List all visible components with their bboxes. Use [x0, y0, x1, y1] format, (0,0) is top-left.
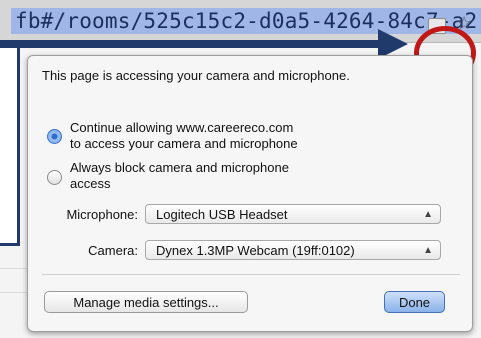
option-block-line1: Always block camera and microphone	[70, 160, 289, 175]
option-allow-line2: to access your camera and microphone	[70, 136, 298, 151]
stepper-arrows-icon: ▲	[423, 245, 433, 256]
annotation-arrow	[0, 40, 390, 48]
option-allow-label[interactable]: Continue allowing www.careereco.com to a…	[70, 120, 298, 152]
url-text[interactable]: fb#/rooms/525c15c2-d0a5-4264-84c7-a2	[11, 8, 481, 34]
stepper-arrows-icon: ▲	[423, 209, 433, 220]
microphone-select[interactable]: Logitech USB Headset ▲	[145, 204, 441, 224]
media-permission-popup: This page is accessing your camera and m…	[27, 55, 473, 332]
microphone-select-value: Logitech USB Headset	[156, 207, 288, 222]
page-left-panel	[0, 40, 20, 246]
popup-message: This page is accessing your camera and m…	[42, 68, 350, 83]
radio-always-block[interactable]	[47, 170, 62, 185]
manage-media-settings-button[interactable]: Manage media settings...	[44, 291, 248, 313]
microphone-label: Microphone:	[66, 207, 138, 222]
camera-label: Camera:	[88, 243, 138, 258]
camera-select[interactable]: Dynex 1.3MP Webcam (19ff:0102) ▲	[145, 240, 441, 260]
option-block-line2: access	[70, 176, 111, 191]
option-allow-line1: Continue allowing www.careereco.com	[70, 120, 294, 135]
option-block-label[interactable]: Always block camera and microphone acces…	[70, 160, 289, 192]
address-bar[interactable]: fb#/rooms/525c15c2-d0a5-4264-84c7-a2 ☆	[0, 0, 481, 43]
done-button[interactable]: Done	[384, 291, 445, 313]
radio-continue-allowing[interactable]	[47, 129, 62, 144]
camera-select-value: Dynex 1.3MP Webcam (19ff:0102)	[156, 243, 355, 258]
popup-divider	[42, 274, 460, 275]
